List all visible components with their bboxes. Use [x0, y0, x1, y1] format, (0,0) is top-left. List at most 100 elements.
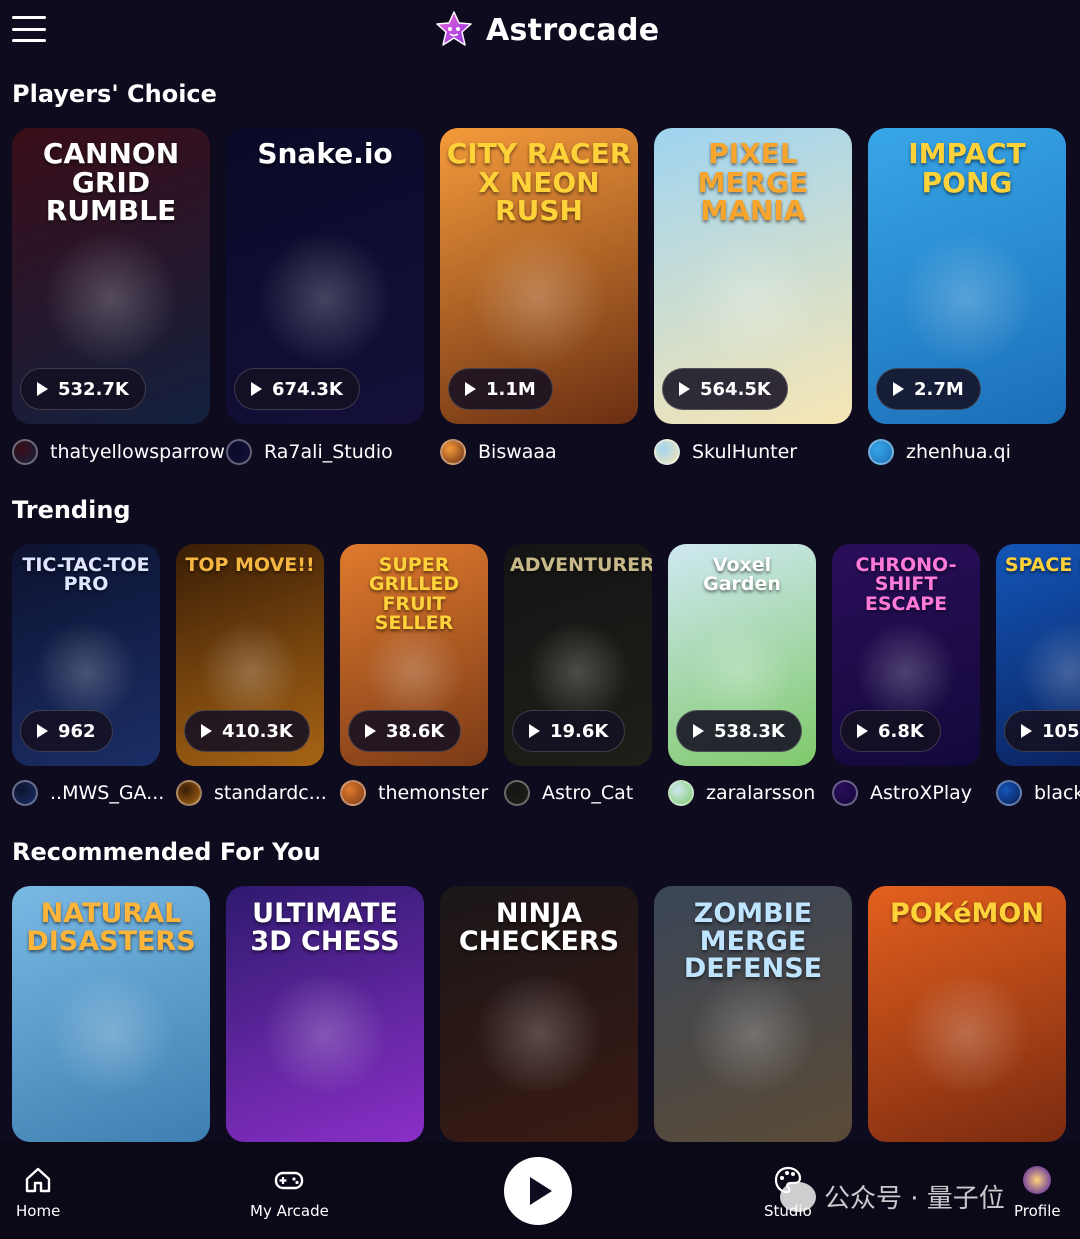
creator-name: black	[1034, 782, 1080, 804]
top-bar: Astrocade	[0, 0, 1080, 62]
nav-home[interactable]: Home	[16, 1164, 60, 1220]
play-count-badge: 1.1M	[448, 368, 553, 410]
creator-avatar	[440, 439, 466, 465]
creator-link[interactable]: themonster	[340, 780, 488, 806]
app-name: Astrocade	[486, 12, 660, 48]
creator-avatar	[226, 439, 252, 465]
gamepad-icon	[275, 1171, 304, 1190]
section-title-players-choice: Players' Choice	[12, 80, 217, 108]
players_choice-game-card[interactable]: CANNON GRID RUMBLE 532.7K	[12, 128, 210, 424]
nav-my-arcade-label: My Arcade	[250, 1202, 329, 1220]
trending-game-card[interactable]: TIC-TAC-TOE PRO 962	[12, 544, 160, 766]
card-artwork	[854, 621, 958, 722]
creator-link[interactable]: Biswaaa	[440, 439, 557, 465]
watermark-text: 公众号 · 量子位	[824, 1184, 1005, 1214]
bottom-navigation: Home My Arcade Studio 公众号 · 量子位 Profile	[0, 1142, 1080, 1239]
creator-name: themonster	[378, 782, 489, 804]
play-icon	[530, 1177, 552, 1205]
creator-link[interactable]: zaralarsson	[668, 780, 815, 806]
trending-game-card[interactable]: ADVENTURER 19.6K	[504, 544, 652, 766]
recommended-game-card[interactable]: ZOMBIE MERGE DEFENSE	[654, 886, 852, 1142]
play-count: 6.8K	[878, 720, 924, 742]
play-count-badge: 538.3K	[676, 710, 802, 752]
card-artwork	[683, 231, 823, 365]
game-title: CHRONO-SHIFT ESCAPE	[855, 554, 957, 615]
creator-name: zaralarsson	[706, 782, 816, 804]
nav-profile-label: Profile	[1014, 1202, 1061, 1220]
play-button[interactable]	[504, 1157, 572, 1225]
players_choice-game-card[interactable]: IMPACT PONG 2.7M	[868, 128, 1066, 424]
creator-link[interactable]: Astro_Cat	[504, 780, 633, 806]
play-count-badge: 2.7M	[876, 368, 981, 410]
game-title: ZOMBIE MERGE DEFENSE	[683, 898, 823, 985]
creator-name: standardc...	[214, 782, 327, 804]
play-count-badge: 564.5K	[662, 368, 788, 410]
game-title: Snake.io	[257, 137, 393, 170]
play-icon	[693, 724, 704, 738]
players_choice-game-card[interactable]: Snake.io 674.3K	[226, 128, 424, 424]
creator-avatar	[504, 780, 530, 806]
nav-profile[interactable]: Profile	[1014, 1164, 1061, 1220]
play-count: 1.1M	[486, 378, 536, 400]
trending-game-card[interactable]: SPACE RACE 105.4	[996, 544, 1080, 766]
creator-name: ..MWS_GA...	[50, 782, 165, 804]
players-choice-row[interactable]: CANNON GRID RUMBLE 532.7K thatyellowsparro…	[0, 128, 1080, 473]
play-count: 564.5K	[700, 378, 771, 400]
nav-my-arcade[interactable]: My Arcade	[250, 1164, 329, 1220]
trending-game-card[interactable]: CHRONO-SHIFT ESCAPE 6.8K	[832, 544, 980, 766]
creator-avatar	[176, 780, 202, 806]
trending-row[interactable]: TIC-TAC-TOE PRO 962 ..MWS_GA... TOP MOVE!! 4…	[0, 544, 1080, 812]
recommended-game-card[interactable]: NATURAL DISASTERS	[12, 886, 210, 1142]
card-artwork	[683, 975, 823, 1091]
play-count-badge: 19.6K	[512, 710, 626, 752]
game-title: CITY RACER X NEON RUSH	[446, 137, 632, 228]
play-icon	[37, 382, 48, 396]
trending-game-card[interactable]: TOP MOVE!! 410.3K	[176, 544, 324, 766]
game-title: TIC-TAC-TOE PRO	[22, 554, 150, 596]
card-artwork	[469, 231, 609, 365]
trending-game-card[interactable]: Voxel Garden 538.3K	[668, 544, 816, 766]
card-artwork	[1018, 621, 1080, 722]
creator-link[interactable]: Ra7ali_Studio	[226, 439, 393, 465]
recommended-row[interactable]: NATURAL DISASTERS ULTIMATE 3D CHESS NINJA …	[0, 886, 1080, 1142]
creator-avatar	[12, 780, 38, 806]
play-count: 2.7M	[914, 378, 964, 400]
creator-name: SkulHunter	[692, 441, 798, 463]
hamburger-menu-icon[interactable]	[12, 16, 46, 42]
creator-link[interactable]: ..MWS_GA...	[12, 780, 164, 806]
game-title: TOP MOVE!!	[185, 554, 315, 576]
game-title: CANNON GRID RUMBLE	[42, 137, 180, 228]
home-icon	[25, 1167, 51, 1193]
players_choice-game-card[interactable]: CITY RACER X NEON RUSH 1.1M	[440, 128, 638, 424]
creator-link[interactable]: thatyellowsparrow	[12, 439, 225, 465]
creator-name: AstroXPlay	[870, 782, 973, 804]
game-title: ULTIMATE 3D CHESS	[250, 898, 400, 957]
creator-avatar	[996, 780, 1022, 806]
play-icon	[679, 382, 690, 396]
nav-home-label: Home	[16, 1202, 61, 1220]
creator-avatar	[832, 780, 858, 806]
card-artwork	[41, 975, 181, 1091]
play-icon	[365, 724, 376, 738]
card-artwork	[897, 231, 1037, 365]
brand[interactable]: Astrocade	[434, 8, 659, 52]
creator-link[interactable]: standardc...	[176, 780, 327, 806]
game-title: ADVENTURER	[510, 554, 652, 576]
game-title: NATURAL DISASTERS	[26, 898, 196, 957]
game-title: NINJA CHECKERS	[458, 898, 620, 957]
creator-link[interactable]: AstroXPlay	[832, 780, 972, 806]
recommended-game-card[interactable]: POKéMON	[868, 886, 1066, 1142]
play-count: 674.3K	[272, 378, 343, 400]
game-title: SUPER GRILLED FRUIT SELLER	[368, 554, 460, 635]
game-title: IMPACT PONG	[908, 137, 1026, 199]
creator-link[interactable]: black	[996, 780, 1080, 806]
creator-name: Ra7ali_Studio	[264, 441, 393, 463]
creator-link[interactable]: zhenhua.qi	[868, 439, 1011, 465]
trending-game-card[interactable]: SUPER GRILLED FRUIT SELLER 38.6K	[340, 544, 488, 766]
creator-name: Biswaaa	[478, 441, 557, 463]
creator-link[interactable]: SkulHunter	[654, 439, 797, 465]
recommended-game-card[interactable]: NINJA CHECKERS	[440, 886, 638, 1142]
players_choice-game-card[interactable]: PIXEL MERGE MANIA 564.5K	[654, 128, 852, 424]
play-count-badge: 532.7K	[20, 368, 146, 410]
recommended-game-card[interactable]: ULTIMATE 3D CHESS	[226, 886, 424, 1142]
